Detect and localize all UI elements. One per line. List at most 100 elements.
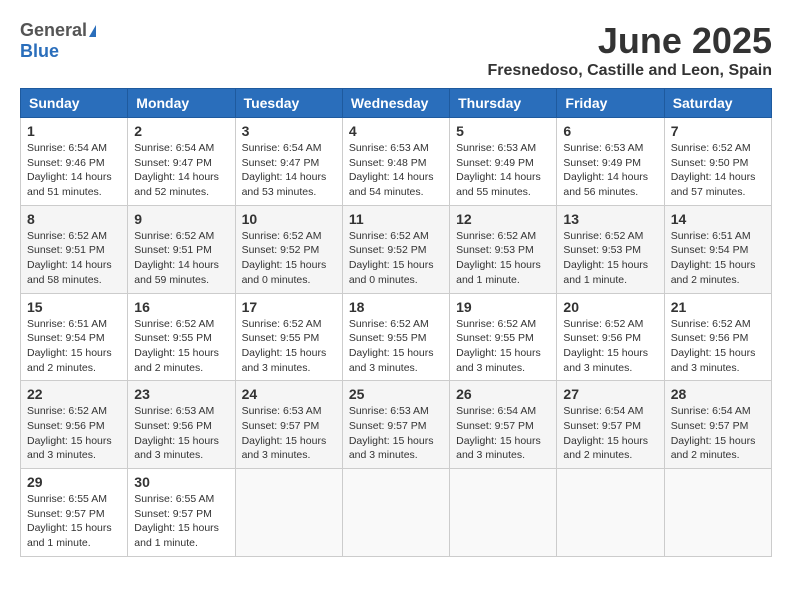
day-info: Sunrise: 6:52 AM Sunset: 9:53 PM Dayligh… [563,229,657,288]
day-info: Sunrise: 6:52 AM Sunset: 9:55 PM Dayligh… [242,317,336,376]
day-info: Sunrise: 6:53 AM Sunset: 9:56 PM Dayligh… [134,404,228,463]
day-cell: 27 Sunrise: 6:54 AM Sunset: 9:57 PM Dayl… [557,381,664,469]
day-cell: 25 Sunrise: 6:53 AM Sunset: 9:57 PM Dayl… [342,381,449,469]
day-number: 8 [27,211,121,227]
day-number: 13 [563,211,657,227]
day-info: Sunrise: 6:52 AM Sunset: 9:56 PM Dayligh… [563,317,657,376]
header-wednesday: Wednesday [342,89,449,118]
day-number: 3 [242,123,336,139]
day-info: Sunrise: 6:54 AM Sunset: 9:57 PM Dayligh… [563,404,657,463]
day-info: Sunrise: 6:55 AM Sunset: 9:57 PM Dayligh… [27,492,121,551]
day-number: 6 [563,123,657,139]
day-cell: 10 Sunrise: 6:52 AM Sunset: 9:52 PM Dayl… [235,205,342,293]
day-info: Sunrise: 6:53 AM Sunset: 9:49 PM Dayligh… [563,141,657,200]
day-cell: 21 Sunrise: 6:52 AM Sunset: 9:56 PM Dayl… [664,293,771,381]
day-cell: 3 Sunrise: 6:54 AM Sunset: 9:47 PM Dayli… [235,118,342,206]
day-cell: 2 Sunrise: 6:54 AM Sunset: 9:47 PM Dayli… [128,118,235,206]
day-cell [664,469,771,557]
day-number: 4 [349,123,443,139]
day-cell: 11 Sunrise: 6:52 AM Sunset: 9:52 PM Dayl… [342,205,449,293]
day-cell: 14 Sunrise: 6:51 AM Sunset: 9:54 PM Dayl… [664,205,771,293]
day-number: 26 [456,386,550,402]
header-monday: Monday [128,89,235,118]
day-number: 17 [242,299,336,315]
day-number: 22 [27,386,121,402]
header-sunday: Sunday [21,89,128,118]
day-cell: 23 Sunrise: 6:53 AM Sunset: 9:56 PM Dayl… [128,381,235,469]
day-cell: 6 Sunrise: 6:53 AM Sunset: 9:49 PM Dayli… [557,118,664,206]
day-number: 29 [27,474,121,490]
day-cell: 12 Sunrise: 6:52 AM Sunset: 9:53 PM Dayl… [450,205,557,293]
day-number: 19 [456,299,550,315]
week-row-5: 29 Sunrise: 6:55 AM Sunset: 9:57 PM Dayl… [21,469,772,557]
day-number: 21 [671,299,765,315]
week-row-2: 8 Sunrise: 6:52 AM Sunset: 9:51 PM Dayli… [21,205,772,293]
day-cell: 16 Sunrise: 6:52 AM Sunset: 9:55 PM Dayl… [128,293,235,381]
day-number: 12 [456,211,550,227]
day-number: 2 [134,123,228,139]
day-cell: 28 Sunrise: 6:54 AM Sunset: 9:57 PM Dayl… [664,381,771,469]
day-info: Sunrise: 6:55 AM Sunset: 9:57 PM Dayligh… [134,492,228,551]
day-cell: 9 Sunrise: 6:52 AM Sunset: 9:51 PM Dayli… [128,205,235,293]
day-cell [450,469,557,557]
day-number: 11 [349,211,443,227]
title-area: June 2025 Fresnedoso, Castille and Leon,… [488,20,773,80]
month-title: June 2025 [488,20,773,62]
logo-blue: Blue [20,41,59,61]
day-info: Sunrise: 6:51 AM Sunset: 9:54 PM Dayligh… [27,317,121,376]
day-info: Sunrise: 6:52 AM Sunset: 9:53 PM Dayligh… [456,229,550,288]
day-cell: 1 Sunrise: 6:54 AM Sunset: 9:46 PM Dayli… [21,118,128,206]
page-header: General Blue June 2025 Fresnedoso, Casti… [20,20,772,80]
day-number: 24 [242,386,336,402]
day-cell: 19 Sunrise: 6:52 AM Sunset: 9:55 PM Dayl… [450,293,557,381]
location-title: Fresnedoso, Castille and Leon, Spain [488,62,773,80]
day-info: Sunrise: 6:53 AM Sunset: 9:48 PM Dayligh… [349,141,443,200]
day-number: 20 [563,299,657,315]
day-info: Sunrise: 6:52 AM Sunset: 9:50 PM Dayligh… [671,141,765,200]
day-cell: 4 Sunrise: 6:53 AM Sunset: 9:48 PM Dayli… [342,118,449,206]
day-cell: 22 Sunrise: 6:52 AM Sunset: 9:56 PM Dayl… [21,381,128,469]
day-cell: 8 Sunrise: 6:52 AM Sunset: 9:51 PM Dayli… [21,205,128,293]
day-number: 1 [27,123,121,139]
day-number: 7 [671,123,765,139]
day-number: 5 [456,123,550,139]
day-cell: 30 Sunrise: 6:55 AM Sunset: 9:57 PM Dayl… [128,469,235,557]
header-thursday: Thursday [450,89,557,118]
day-info: Sunrise: 6:54 AM Sunset: 9:46 PM Dayligh… [27,141,121,200]
day-cell: 15 Sunrise: 6:51 AM Sunset: 9:54 PM Dayl… [21,293,128,381]
calendar-header-row: SundayMondayTuesdayWednesdayThursdayFrid… [21,89,772,118]
logo-icon [89,25,96,37]
logo: General Blue [20,20,96,62]
day-number: 10 [242,211,336,227]
day-cell: 20 Sunrise: 6:52 AM Sunset: 9:56 PM Dayl… [557,293,664,381]
calendar-table: SundayMondayTuesdayWednesdayThursdayFrid… [20,88,772,557]
day-cell: 29 Sunrise: 6:55 AM Sunset: 9:57 PM Dayl… [21,469,128,557]
day-cell: 17 Sunrise: 6:52 AM Sunset: 9:55 PM Dayl… [235,293,342,381]
day-cell [235,469,342,557]
day-info: Sunrise: 6:52 AM Sunset: 9:55 PM Dayligh… [134,317,228,376]
day-number: 28 [671,386,765,402]
day-info: Sunrise: 6:52 AM Sunset: 9:52 PM Dayligh… [242,229,336,288]
day-cell [342,469,449,557]
day-cell: 13 Sunrise: 6:52 AM Sunset: 9:53 PM Dayl… [557,205,664,293]
day-info: Sunrise: 6:51 AM Sunset: 9:54 PM Dayligh… [671,229,765,288]
day-info: Sunrise: 6:52 AM Sunset: 9:51 PM Dayligh… [27,229,121,288]
day-number: 18 [349,299,443,315]
week-row-1: 1 Sunrise: 6:54 AM Sunset: 9:46 PM Dayli… [21,118,772,206]
day-info: Sunrise: 6:52 AM Sunset: 9:55 PM Dayligh… [349,317,443,376]
day-info: Sunrise: 6:53 AM Sunset: 9:57 PM Dayligh… [349,404,443,463]
day-info: Sunrise: 6:54 AM Sunset: 9:57 PM Dayligh… [456,404,550,463]
day-number: 9 [134,211,228,227]
day-number: 15 [27,299,121,315]
day-number: 30 [134,474,228,490]
day-info: Sunrise: 6:54 AM Sunset: 9:47 PM Dayligh… [242,141,336,200]
day-number: 23 [134,386,228,402]
day-info: Sunrise: 6:52 AM Sunset: 9:52 PM Dayligh… [349,229,443,288]
day-info: Sunrise: 6:52 AM Sunset: 9:56 PM Dayligh… [671,317,765,376]
day-info: Sunrise: 6:54 AM Sunset: 9:47 PM Dayligh… [134,141,228,200]
day-number: 27 [563,386,657,402]
day-cell: 18 Sunrise: 6:52 AM Sunset: 9:55 PM Dayl… [342,293,449,381]
header-tuesday: Tuesday [235,89,342,118]
week-row-3: 15 Sunrise: 6:51 AM Sunset: 9:54 PM Dayl… [21,293,772,381]
day-info: Sunrise: 6:54 AM Sunset: 9:57 PM Dayligh… [671,404,765,463]
